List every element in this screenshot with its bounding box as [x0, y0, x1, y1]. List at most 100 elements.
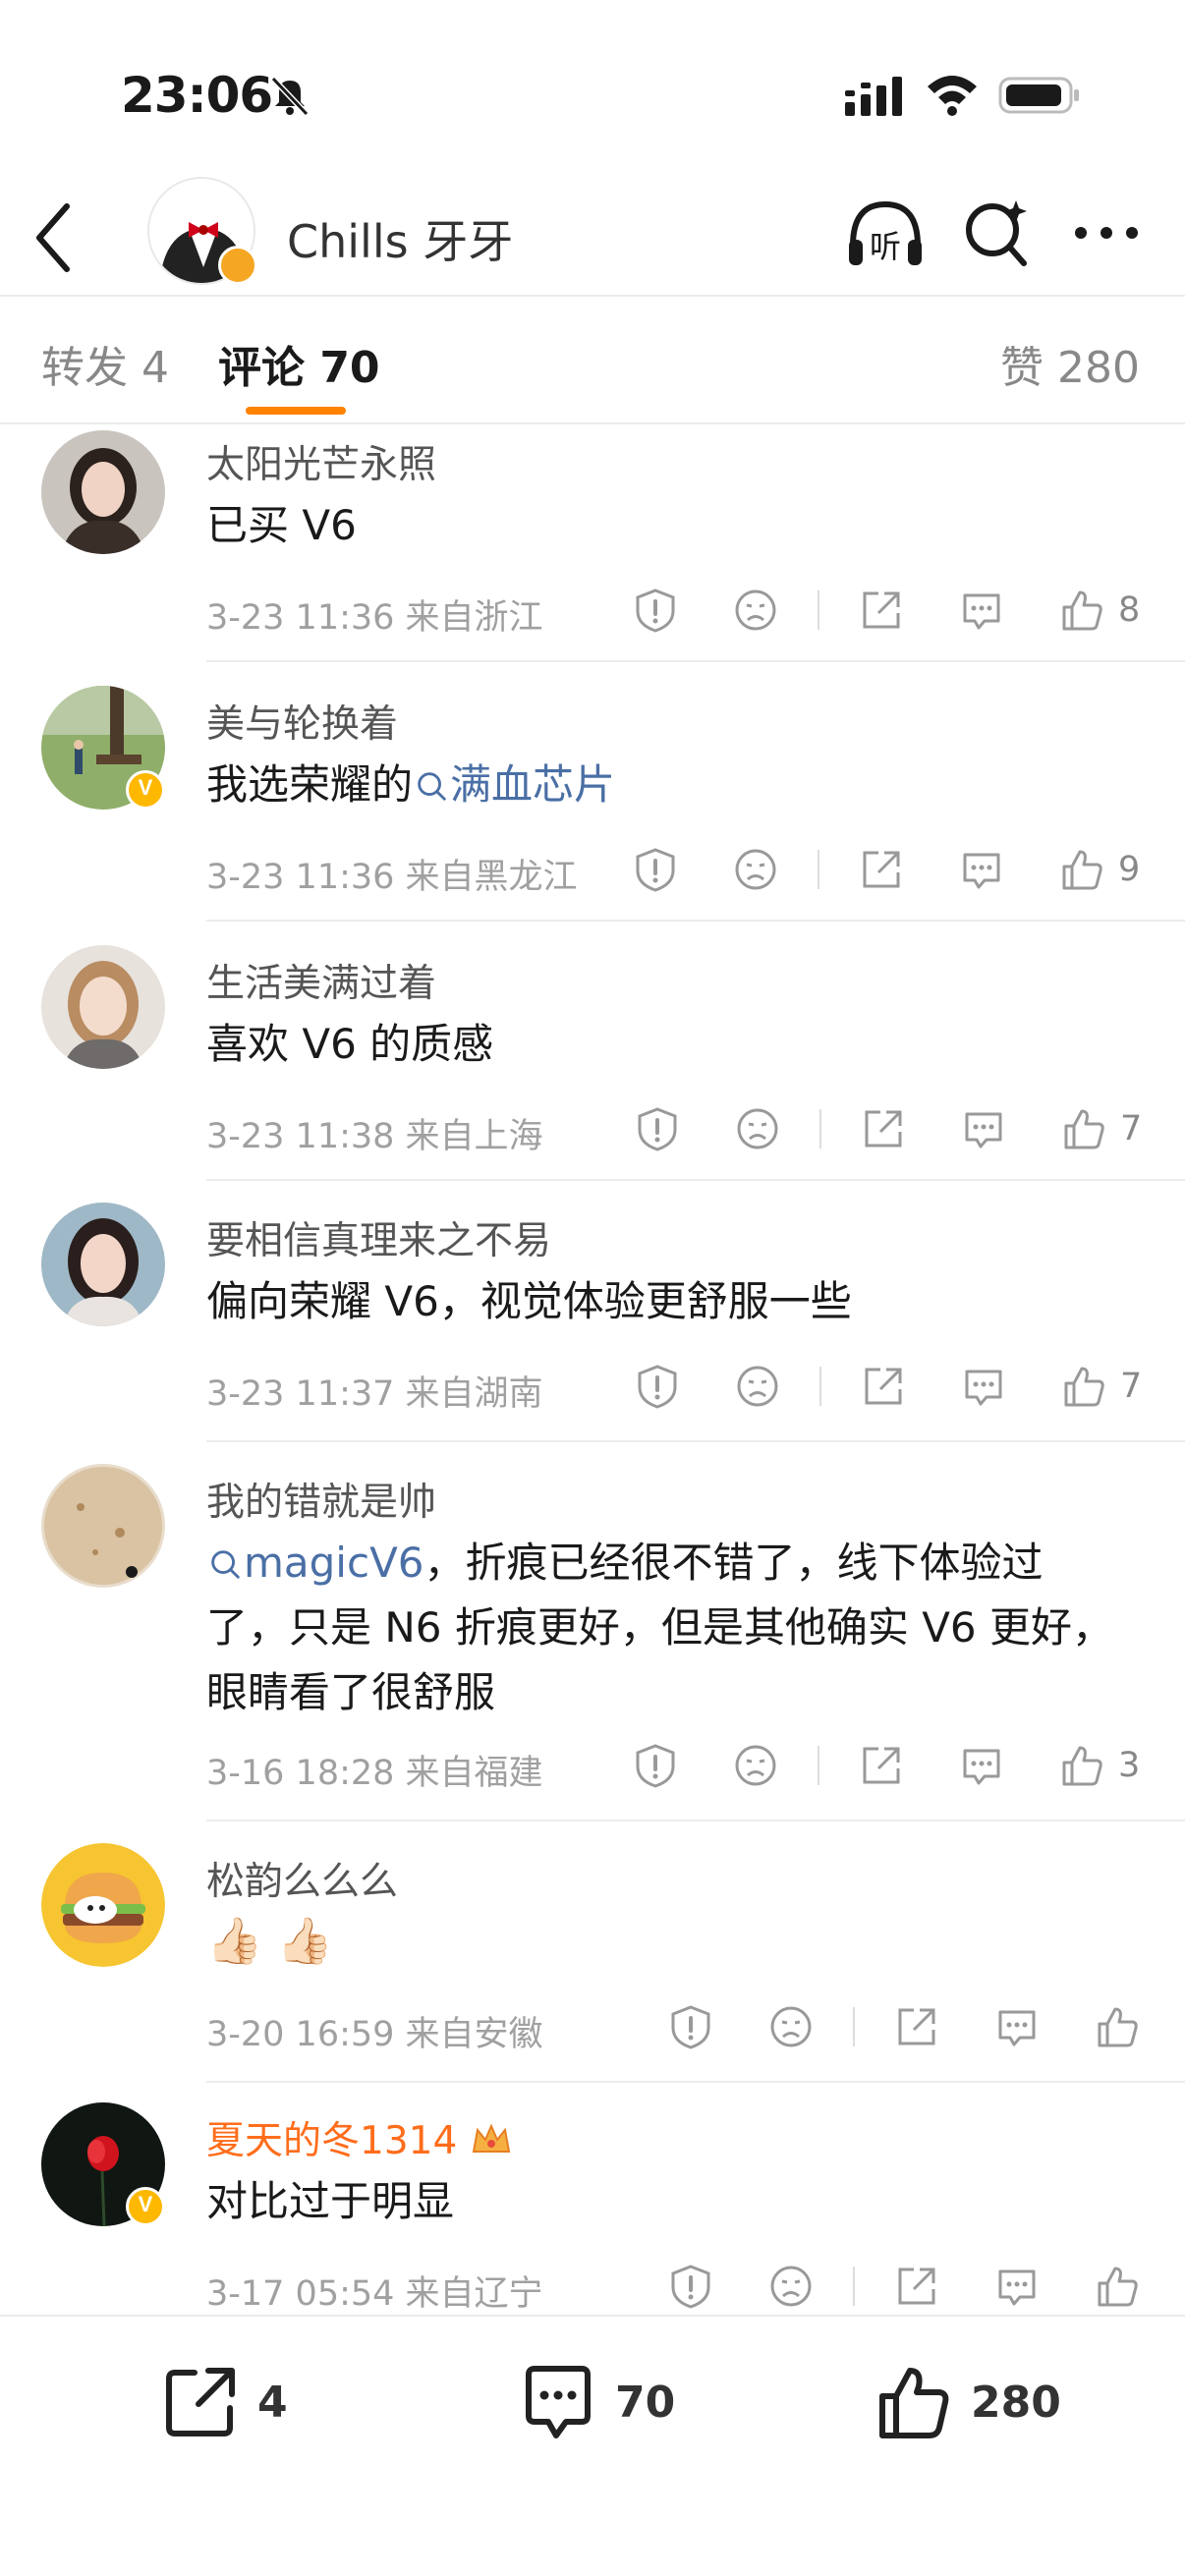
dislike-face-icon[interactable]	[735, 1106, 780, 1151]
report-icon[interactable]	[668, 2264, 713, 2309]
reply-icon[interactable]	[994, 2004, 1040, 2049]
like-button[interactable]: 280	[875, 2358, 1061, 2446]
reply-icon[interactable]	[961, 1106, 1006, 1151]
active-tab-indicator	[246, 407, 346, 415]
commenter-avatar[interactable]	[41, 1843, 165, 1967]
commenter-name-text: 夏天的冬1314	[206, 2119, 458, 2163]
reply-icon[interactable]	[959, 1743, 1004, 1788]
like-thumb-icon[interactable]	[1095, 2004, 1140, 2049]
dislike-face-icon[interactable]	[733, 847, 778, 892]
share-icon[interactable]	[894, 2004, 939, 2049]
comment-text: 对比过于明显	[206, 2177, 455, 2225]
report-icon[interactable]	[635, 1106, 680, 1151]
report-icon[interactable]	[668, 2004, 713, 2049]
reply-icon[interactable]	[959, 847, 1004, 892]
share-icon[interactable]	[859, 847, 904, 892]
action-separator	[818, 850, 819, 889]
comment-text: 我选荣耀的 满血芯片	[206, 753, 1130, 817]
share-icon[interactable]	[859, 1743, 904, 1788]
divider	[206, 1820, 1185, 1821]
listen-headphones-icon[interactable]: 听	[845, 196, 926, 271]
tab-comments[interactable]: 评论 70	[218, 332, 380, 395]
commenter-name[interactable]: 美与轮换着	[206, 694, 398, 749]
author-name[interactable]: Chills 牙牙	[287, 206, 513, 271]
action-separator	[818, 590, 819, 630]
commenter-avatar[interactable]	[41, 1464, 165, 1588]
comment-meta: 3-16 18:28 来自福建	[206, 1754, 543, 1793]
comment-meta: 3-23 11:37 来自湖南	[206, 1374, 543, 1414]
woman-photo-avatar	[41, 430, 165, 554]
status-time: 23:06	[121, 67, 273, 124]
comment-actions: 7	[635, 1104, 1142, 1153]
like-count: 3	[1118, 1746, 1141, 1785]
comment-meta: 3-23 11:38 来自上海	[206, 1117, 543, 1156]
share-icon[interactable]	[859, 588, 904, 633]
commenter-name[interactable]: 夏天的冬1314	[206, 2110, 513, 2165]
tab-likes[interactable]: 赞 280	[1000, 332, 1140, 395]
share-icon[interactable]	[861, 1106, 906, 1151]
comment-actions	[668, 2262, 1140, 2311]
dislike-face-icon[interactable]	[735, 1364, 780, 1409]
report-icon[interactable]	[633, 588, 678, 633]
comment-text-line3: 眼睛看了很舒服	[206, 1668, 496, 1716]
commenter-avatar[interactable]	[41, 1203, 165, 1326]
reply-icon[interactable]	[994, 2264, 1040, 2309]
tab-forward[interactable]: 转发 4	[41, 332, 169, 395]
reply-icon[interactable]	[961, 1364, 1006, 1409]
comment-text: 偏向荣耀 V6，视觉体验更舒服一些	[206, 1277, 852, 1325]
like-thumb-icon[interactable]	[1059, 1743, 1104, 1788]
commenter-avatar[interactable]	[41, 430, 165, 554]
comment-item: 我的错就是帅 magicV6，折痕已经很不错了，线下体验过 了，只是 N6 折痕…	[0, 1464, 1185, 1843]
like-thumb-icon[interactable]	[1059, 588, 1104, 633]
search-icon	[418, 772, 446, 801]
topic-label: 满血芯片	[450, 760, 616, 809]
comment-item: 要相信真理来之不易 偏向荣耀 V6，视觉体验更舒服一些 3-23 11:37 来…	[0, 1203, 1185, 1464]
comment-button[interactable]: 70	[519, 2358, 675, 2446]
cellular-signal-icon	[845, 77, 902, 116]
search-sparkle-icon[interactable]	[961, 195, 1032, 271]
commenter-name[interactable]: 松韵么么么	[206, 1851, 398, 1906]
divider	[206, 1440, 1185, 1442]
like-thumb-icon[interactable]	[1059, 847, 1104, 892]
like-thumb-icon[interactable]	[1061, 1106, 1106, 1151]
like-thumb-icon[interactable]	[1061, 1364, 1106, 1409]
action-separator	[853, 2267, 855, 2306]
report-icon[interactable]	[633, 847, 678, 892]
share-icon[interactable]	[861, 1364, 906, 1409]
comment-item: 美与轮换着 我选荣耀的满血芯片 3-23 11:36 来自黑龙江 9	[0, 684, 1185, 943]
like-count: 8	[1118, 590, 1141, 630]
search-topic-link[interactable]: 满血芯片	[413, 760, 615, 809]
commenter-name[interactable]: 太阳光芒永照	[206, 434, 436, 489]
dislike-face-icon[interactable]	[733, 588, 778, 633]
comment-text-line2: 了，只是 N6 折痕更好，但是其他确实 V6 更好，	[206, 1603, 1113, 1652]
forward-button[interactable]: 4	[161, 2358, 288, 2446]
share-icon[interactable]	[894, 2264, 939, 2309]
more-options-icon[interactable]	[1071, 218, 1142, 248]
comment-text: 👍🏻 👍🏻	[206, 1914, 334, 1967]
like-count: 9	[1118, 850, 1141, 889]
like-thumb-icon[interactable]	[1095, 2264, 1140, 2309]
comment-actions: 3	[633, 1741, 1140, 1790]
comment-item: 生活美满过着 喜欢 V6 的质感 3-23 11:38 来自上海 7	[0, 943, 1185, 1203]
like-count: 7	[1120, 1109, 1143, 1148]
commenter-name[interactable]: 生活美满过着	[206, 953, 436, 1008]
dislike-face-icon[interactable]	[768, 2004, 814, 2049]
commenter-avatar[interactable]	[41, 945, 165, 1069]
search-topic-link[interactable]: magicV6	[206, 1539, 424, 1587]
bell-muted-icon	[270, 76, 310, 117]
comment-bubble-icon	[526, 2366, 591, 2438]
comment-item: 夏天的冬1314 对比过于明显 3-17 05:54 来自辽宁	[0, 2102, 1185, 2314]
commenter-name[interactable]: 我的错就是帅	[206, 1472, 436, 1527]
listen-label: 听	[870, 228, 901, 265]
report-icon[interactable]	[633, 1743, 678, 1788]
report-icon[interactable]	[635, 1364, 680, 1409]
dislike-face-icon[interactable]	[768, 2264, 814, 2309]
pancake-photo-avatar	[41, 1464, 165, 1588]
woman-photo-avatar	[41, 1203, 165, 1326]
reply-icon[interactable]	[959, 588, 1004, 633]
commenter-name[interactable]: 要相信真理来之不易	[206, 1210, 551, 1265]
dislike-face-icon[interactable]	[733, 1743, 778, 1788]
divider	[206, 660, 1185, 662]
back-arrow-icon[interactable]	[29, 200, 77, 275]
tab-bar: 转发 4 评论 70 赞 280	[0, 297, 1185, 424]
